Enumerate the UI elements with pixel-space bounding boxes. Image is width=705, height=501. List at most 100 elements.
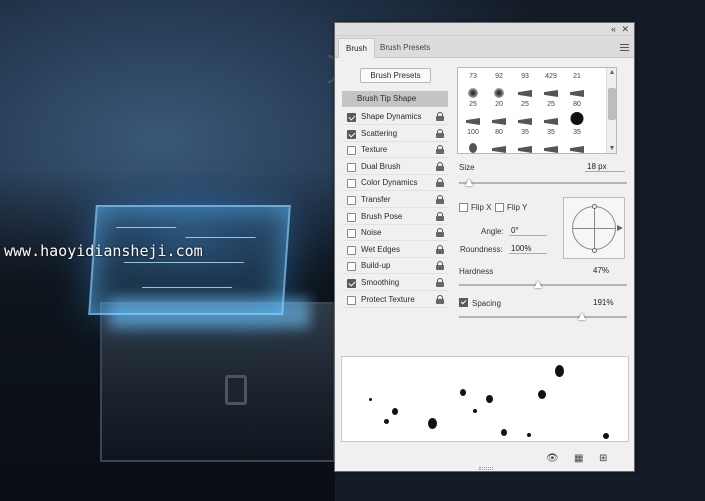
brush-tip-preset[interactable]: 25 (512, 138, 538, 153)
brush-projection-icon[interactable]: ▦ (574, 453, 583, 464)
lock-icon[interactable] (436, 112, 444, 121)
soft-round-brush-icon (494, 88, 504, 98)
circuit-line (116, 227, 177, 228)
roundness-field[interactable]: 100% (509, 244, 547, 254)
brush-tip-preset[interactable]: 25 (460, 82, 486, 110)
angle-arrow-icon[interactable] (617, 225, 623, 231)
brush-option-transfer[interactable]: Transfer (342, 192, 448, 208)
stroke-brush-icon (492, 146, 506, 153)
brush-tip-preset[interactable]: 35 (538, 110, 564, 138)
brush-tip-preset[interactable]: 35 (512, 110, 538, 138)
lock-icon[interactable] (436, 244, 444, 254)
option-checkbox[interactable] (347, 179, 356, 189)
preview-dot (603, 433, 609, 439)
option-checkbox[interactable] (347, 196, 356, 205)
size-slider[interactable] (459, 179, 627, 186)
option-label: Shape Dynamics (361, 112, 422, 121)
collapse-icon[interactable]: « (611, 24, 616, 34)
panel-menu-icon[interactable] (620, 44, 629, 51)
brush-tip-preset[interactable]: 25 (512, 82, 538, 110)
brush-tip-preset[interactable]: 35 (564, 110, 590, 138)
lock-icon[interactable] (436, 178, 444, 188)
brush-option-smoothing[interactable]: Smoothing (342, 275, 448, 291)
brush-tip-preset[interactable]: 25 (486, 138, 512, 153)
size-slider-knob[interactable] (465, 179, 474, 186)
spacing-checkbox[interactable] (459, 298, 468, 307)
option-checkbox[interactable] (347, 245, 356, 255)
brush-tip-shape-item[interactable]: Brush Tip Shape (342, 91, 448, 107)
brush-tip-preset[interactable]: 73 (460, 68, 486, 82)
brush-option-wet-edges[interactable]: Wet Edges (342, 242, 448, 258)
brush-size-number: 73 (469, 73, 477, 80)
resize-grip[interactable] (479, 467, 493, 470)
option-checkbox[interactable] (347, 279, 356, 288)
option-checkbox[interactable] (347, 113, 356, 122)
option-checkbox[interactable] (347, 295, 356, 305)
lock-icon[interactable] (436, 211, 444, 221)
hardness-slider[interactable] (459, 281, 627, 288)
flip-y-checkbox[interactable] (495, 203, 504, 212)
brush-tip-preset[interactable]: 25 (538, 82, 564, 110)
angle-field[interactable]: 0° (509, 226, 547, 236)
brush-tip-preset[interactable]: 80 (564, 82, 590, 110)
brush-option-protect-texture[interactable]: Protect Texture (342, 292, 448, 308)
circuit-line (185, 237, 256, 238)
brush-tip-preset[interactable]: 21 (564, 68, 590, 82)
create-new-brush-icon[interactable]: ⊞ (599, 453, 607, 464)
brush-presets-button[interactable]: Brush Presets (360, 68, 431, 83)
flip-x-checkbox[interactable] (459, 203, 468, 212)
brush-option-shape-dynamics[interactable]: Shape Dynamics (342, 109, 448, 125)
brush-option-texture[interactable]: Texture (342, 142, 448, 159)
lock-icon[interactable] (436, 278, 444, 287)
spacing-slider-knob[interactable] (577, 313, 586, 320)
brush-tip-preset[interactable]: 80 (486, 110, 512, 138)
lock-icon[interactable] (436, 261, 444, 271)
scroll-down-icon[interactable]: ▼ (607, 145, 616, 152)
lock-icon[interactable] (436, 128, 444, 138)
option-checkbox[interactable] (347, 212, 356, 222)
angle-roundness-widget[interactable] (563, 197, 625, 259)
brush-option-color-dynamics[interactable]: Color Dynamics (342, 175, 448, 192)
option-checkbox[interactable] (347, 162, 356, 172)
panel-footer: 👁 ▦ ⊞ (335, 447, 634, 471)
brush-option-noise[interactable]: Noise (342, 225, 448, 242)
brush-size-number: 25 (547, 101, 555, 108)
brush-tip-preset[interactable]: 8 (564, 138, 590, 153)
brush-tip-preset[interactable]: 25 (538, 138, 564, 153)
brush-tip-preset[interactable]: 20 (486, 82, 512, 110)
close-icon[interactable]: ✕ (621, 24, 629, 35)
toggle-live-tip-preview-icon[interactable]: 👁 (546, 453, 559, 464)
brush-option-brush-pose[interactable]: Brush Pose (342, 209, 448, 225)
spacing-slider[interactable] (459, 313, 627, 320)
hardness-slider-knob[interactable] (533, 281, 542, 288)
brush-option-dual-brush[interactable]: Dual Brush (342, 159, 448, 175)
lock-icon[interactable] (436, 161, 444, 171)
spacing-value[interactable]: 191% (591, 298, 625, 307)
option-checkbox[interactable] (347, 129, 356, 139)
brush-option-scattering[interactable]: Scattering (342, 126, 448, 142)
lock-icon[interactable] (436, 145, 444, 155)
tab-brush[interactable]: Brush (338, 38, 375, 58)
lock-icon[interactable] (436, 294, 444, 304)
brush-tip-preset[interactable]: 92 (486, 68, 512, 82)
option-checkbox[interactable] (347, 146, 356, 156)
brush-grid-scrollbar[interactable]: ▲ ▼ (606, 68, 616, 153)
roundness-handle-bottom[interactable] (592, 248, 597, 253)
tab-brush-presets[interactable]: Brush Presets (373, 38, 437, 58)
scroll-up-icon[interactable]: ▲ (607, 69, 616, 76)
brush-option-build-up[interactable]: Build-up (342, 258, 448, 275)
brush-tip-grid[interactable]: 7392934292125202525801008035353525252525… (457, 67, 617, 154)
brush-tip-preset[interactable]: 25 (460, 138, 486, 153)
scroll-thumb[interactable] (608, 88, 616, 120)
hardness-value[interactable]: 47% (591, 266, 625, 275)
lock-icon[interactable] (436, 228, 444, 238)
brush-tip-preset[interactable]: 429 (538, 68, 564, 82)
lock-icon[interactable] (436, 195, 444, 204)
brush-tip-preset[interactable]: 93 (512, 68, 538, 82)
option-checkbox[interactable] (347, 262, 356, 272)
size-field[interactable]: 18 px (585, 162, 625, 172)
option-checkbox[interactable] (347, 229, 356, 239)
brush-tip-preset[interactable]: 100 (460, 110, 486, 138)
preview-dot (369, 398, 372, 401)
roundness-handle-top[interactable] (592, 204, 597, 209)
